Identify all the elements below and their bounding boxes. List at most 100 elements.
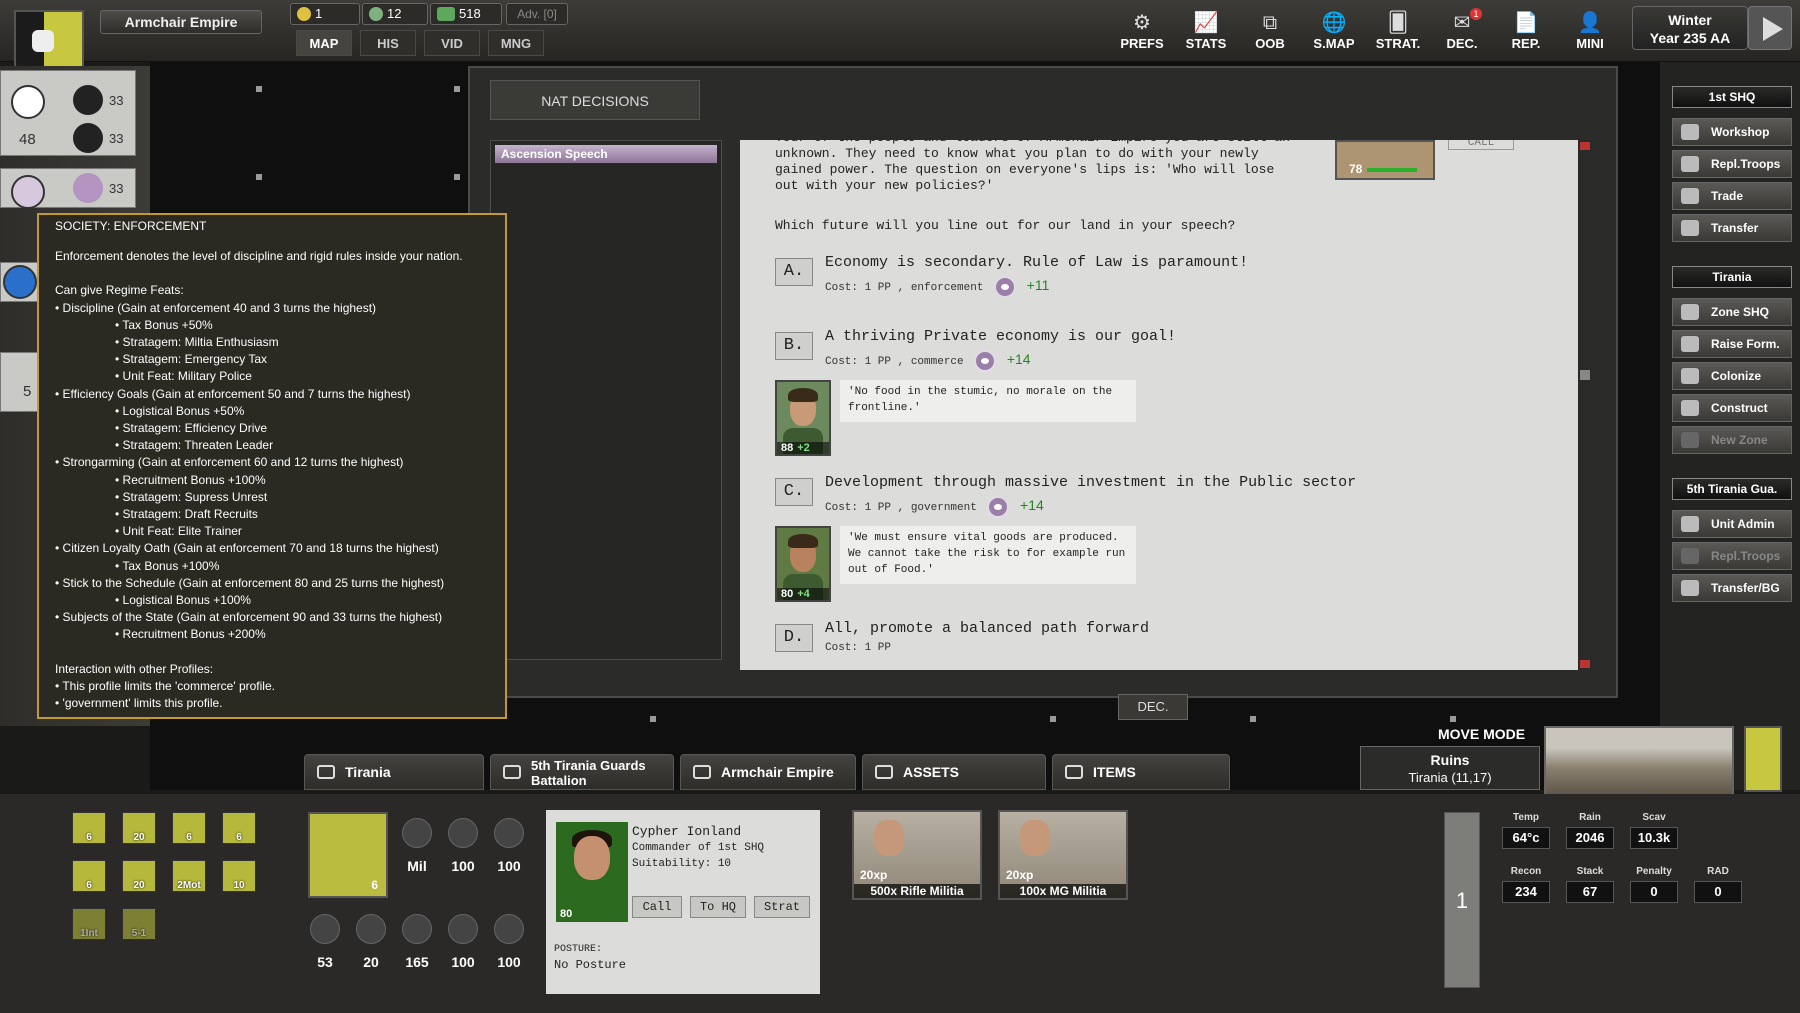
unit-grid: 6 20 6 6 6 20 2Mot 10 1Int 5-1 [62, 806, 272, 946]
tab-tirania[interactable]: Tirania [304, 754, 484, 790]
stat-card-crown[interactable]: 48 33 33 [0, 70, 136, 156]
unit-card[interactable]: 6 [222, 812, 256, 844]
unit-card[interactable]: 10 [222, 860, 256, 892]
helmet-icon [1681, 368, 1699, 384]
unit-card[interactable]: 1Int [72, 908, 106, 940]
strat-button[interactable]: 🂠 STRAT. [1368, 6, 1428, 58]
prefs-button[interactable]: ⚙ PREFS [1112, 6, 1172, 58]
power-stat: 100 [488, 818, 530, 874]
call-button[interactable]: Call [632, 896, 682, 918]
barrel-icon [494, 914, 524, 944]
scroll-thumb[interactable] [1580, 370, 1590, 380]
unit-card[interactable]: 20 [122, 812, 156, 844]
troop-card[interactable]: 20xp 100x MG Militia [998, 810, 1128, 900]
cash-icon [437, 7, 455, 21]
option-b-button[interactable]: B. [775, 332, 813, 360]
play-icon [1763, 17, 1783, 41]
smap-button[interactable]: 🌐 S.MAP [1304, 6, 1364, 58]
eye-icon [11, 175, 45, 209]
decision-intro: Your of the people and leaders of Armcha… [775, 140, 1290, 193]
unit-card[interactable]: 2Mot [172, 860, 206, 892]
unit-card[interactable]: 20 [122, 860, 156, 892]
transfer-button[interactable]: Transfer [1672, 214, 1792, 242]
unit-admin-button[interactable]: Unit Admin [1672, 510, 1792, 538]
commander-portrait[interactable]: 80 [556, 822, 628, 922]
unit-card[interactable]: 6 [172, 812, 206, 844]
bank-icon [875, 765, 893, 779]
option-c-title[interactable]: Development through massive investment i… [825, 474, 1356, 491]
option-c-cost: Cost: 1 PP , government +14 [825, 496, 1044, 518]
mini-button[interactable]: 👤 MINI [1560, 6, 1620, 58]
zone-shq-button[interactable]: Zone SHQ [1672, 298, 1792, 326]
fist-icon [693, 765, 711, 779]
cycle-icon [448, 818, 478, 848]
empire-name: Armchair Empire [100, 10, 262, 34]
hq-icon [1681, 304, 1699, 320]
colonize-button[interactable]: Colonize [1672, 362, 1792, 390]
tab-nat-decisions[interactable]: NAT DECISIONS [490, 80, 700, 120]
tab-assets[interactable]: ASSETS [862, 754, 1046, 790]
commander-role: Commander of 1st SHQ [632, 842, 765, 854]
transfer-bg-button[interactable]: Transfer/BG [1672, 574, 1792, 602]
rep-button[interactable]: 📄 REP. [1496, 6, 1556, 58]
stat-card-enforcement[interactable]: 33 [0, 168, 136, 209]
dec-button[interactable]: ✉ 1 DEC. [1432, 6, 1492, 58]
stat-card-government[interactable] [0, 262, 40, 302]
troop-card[interactable]: 20xp 500x Rifle Militia [852, 810, 982, 900]
tooltip-feats-header: Can give Regime Feats: [55, 283, 184, 298]
tab-mng[interactable]: MNG [488, 30, 544, 56]
unit-header: 5th Tirania Gua. [1672, 478, 1792, 500]
option-b-title[interactable]: A thriving Private economy is our goal! [825, 328, 1176, 345]
construct-button[interactable]: Construct [1672, 394, 1792, 422]
workshop-button[interactable]: Workshop [1672, 118, 1792, 146]
end-turn-button[interactable] [1748, 6, 1792, 50]
advisor-counter[interactable]: Adv. [0] [506, 3, 568, 25]
supply-stat: 165 [396, 914, 438, 970]
raise-form-button[interactable]: Raise Form. [1672, 330, 1792, 358]
tab-unit[interactable]: 5th Tirania Guards Battalion [490, 754, 674, 790]
oob-button[interactable]: ⧉ OOB [1240, 6, 1300, 58]
advisor-portrait[interactable]: 78 [1335, 140, 1435, 180]
unit-card[interactable]: 6 [72, 860, 106, 892]
repl-troops-button[interactable]: Repl.Troops [1672, 150, 1792, 178]
tab-his[interactable]: HIS [360, 30, 416, 56]
tab-vid[interactable]: VID [424, 30, 480, 56]
to-hq-button[interactable]: To HQ [690, 896, 746, 918]
option-b-portrait[interactable]: 88 +2 [775, 380, 831, 456]
stat-card-misc[interactable]: 5 [0, 352, 40, 412]
scroll-down-icon[interactable] [1580, 660, 1590, 668]
scroll-up-icon[interactable] [1580, 142, 1590, 150]
selected-unit-card[interactable]: 6 [308, 812, 388, 898]
option-d-button[interactable]: D. [775, 624, 813, 652]
bank-icon [73, 85, 103, 115]
cohesion-stat: 100 [442, 914, 484, 970]
option-a-title[interactable]: Economy is secondary. Rule of Law is par… [825, 254, 1248, 271]
tab-armchair-empire[interactable]: Armchair Empire [680, 754, 856, 790]
unit-card[interactable]: 5-1 [122, 908, 156, 940]
slot-number[interactable]: 1 [1444, 812, 1480, 988]
stats-button[interactable]: 📈 STATS [1176, 6, 1236, 58]
scav-readout: Scav 10.3k [1630, 812, 1678, 856]
new-zone-button[interactable]: New Zone [1672, 426, 1792, 454]
sun-icon [297, 7, 311, 21]
tab-items[interactable]: ITEMS [1052, 754, 1230, 790]
option-d-title[interactable]: All, promote a balanced path forward [825, 620, 1149, 637]
rain-readout: Rain 2046 [1566, 812, 1614, 856]
government-icon [987, 496, 1010, 518]
decision-item-ascension-speech[interactable]: Ascension Speech [495, 145, 717, 163]
strat-button[interactable]: Strat [754, 896, 810, 918]
option-a-button[interactable]: A. [775, 258, 813, 286]
option-c-portrait[interactable]: 80 +4 [775, 526, 831, 602]
eye-icon [994, 276, 1017, 298]
nation-flag[interactable] [14, 10, 84, 70]
date-display: Winter Year 235 AA [1632, 6, 1748, 50]
call-button[interactable]: CALL [1448, 140, 1514, 150]
unit-card[interactable]: 6 [72, 812, 106, 844]
trade-button[interactable]: Trade [1672, 182, 1792, 210]
unit-repl-troops-button[interactable]: Repl.Troops [1672, 542, 1792, 570]
option-c-button[interactable]: C. [775, 478, 813, 506]
tab-map[interactable]: MAP [296, 30, 352, 56]
dec-tag[interactable]: DEC. [1118, 694, 1188, 720]
decision-scrollbar[interactable] [1578, 140, 1592, 670]
readiness-stat: 100 [442, 818, 484, 874]
